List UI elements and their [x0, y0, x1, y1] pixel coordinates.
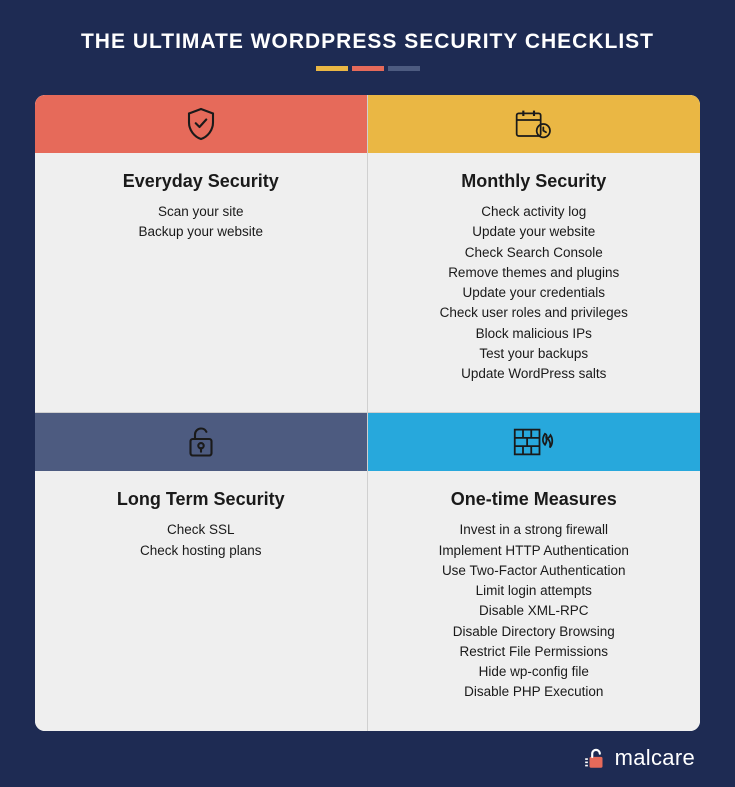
list-item: Disable Directory Browsing	[380, 622, 689, 642]
card-body-everyday: Everyday Security Scan your site Backup …	[35, 153, 367, 412]
page-title: THE ULTIMATE WORDPRESS SECURITY CHECKLIS…	[35, 30, 700, 54]
list-item: Test your backups	[380, 344, 689, 364]
calendar-clock-icon	[514, 106, 554, 142]
list-item: Implement HTTP Authentication	[380, 541, 689, 561]
card-one-time-measures: One-time Measures Invest in a strong fir…	[368, 413, 701, 730]
card-items-monthly: Check activity log Update your website C…	[380, 202, 689, 384]
malcare-lock-icon	[583, 745, 609, 771]
list-item: Scan your site	[47, 202, 355, 222]
list-item: Update your website	[380, 222, 689, 242]
card-header-long-term	[35, 413, 367, 471]
list-item: Check hosting plans	[47, 541, 355, 561]
card-header-everyday	[35, 95, 367, 153]
card-title-everyday: Everyday Security	[47, 171, 355, 192]
list-item: Block malicious IPs	[380, 324, 689, 344]
card-title-monthly: Monthly Security	[380, 171, 689, 192]
card-body-one-time: One-time Measures Invest in a strong fir…	[368, 471, 701, 730]
checklist-grid: Everyday Security Scan your site Backup …	[35, 95, 700, 731]
card-long-term-security: Long Term Security Check SSL Check hosti…	[35, 413, 368, 730]
firewall-flame-icon	[512, 424, 556, 460]
card-items-long-term: Check SSL Check hosting plans	[47, 520, 355, 561]
list-item: Limit login attempts	[380, 581, 689, 601]
card-items-everyday: Scan your site Backup your website	[47, 202, 355, 243]
accent-bar-blue	[388, 66, 420, 71]
list-item: Check user roles and privileges	[380, 303, 689, 323]
card-body-monthly: Monthly Security Check activity log Upda…	[368, 153, 701, 412]
accent-bar-yellow	[316, 66, 348, 71]
list-item: Restrict File Permissions	[380, 642, 689, 662]
brand-name: malcare	[615, 745, 695, 771]
list-item: Remove themes and plugins	[380, 263, 689, 283]
list-item: Update your credentials	[380, 283, 689, 303]
list-item: Update WordPress salts	[380, 364, 689, 384]
list-item: Invest in a strong firewall	[380, 520, 689, 540]
card-monthly-security: Monthly Security Check activity log Upda…	[368, 95, 701, 413]
list-item: Disable PHP Execution	[380, 682, 689, 702]
list-item: Backup your website	[47, 222, 355, 242]
open-lock-icon	[183, 424, 219, 460]
brand-footer: malcare	[583, 745, 695, 771]
card-title-long-term: Long Term Security	[47, 489, 355, 510]
list-item: Check Search Console	[380, 243, 689, 263]
shield-check-icon	[183, 106, 219, 142]
card-everyday-security: Everyday Security Scan your site Backup …	[35, 95, 368, 413]
card-header-one-time	[368, 413, 701, 471]
card-title-one-time: One-time Measures	[380, 489, 689, 510]
accent-bar-red	[352, 66, 384, 71]
list-item: Disable XML-RPC	[380, 601, 689, 621]
list-item: Check SSL	[47, 520, 355, 540]
list-item: Use Two-Factor Authentication	[380, 561, 689, 581]
list-item: Hide wp-config file	[380, 662, 689, 682]
accent-bars	[35, 66, 700, 71]
card-header-monthly	[368, 95, 701, 153]
list-item: Check activity log	[380, 202, 689, 222]
card-body-long-term: Long Term Security Check SSL Check hosti…	[35, 471, 367, 730]
card-items-one-time: Invest in a strong firewall Implement HT…	[380, 520, 689, 702]
